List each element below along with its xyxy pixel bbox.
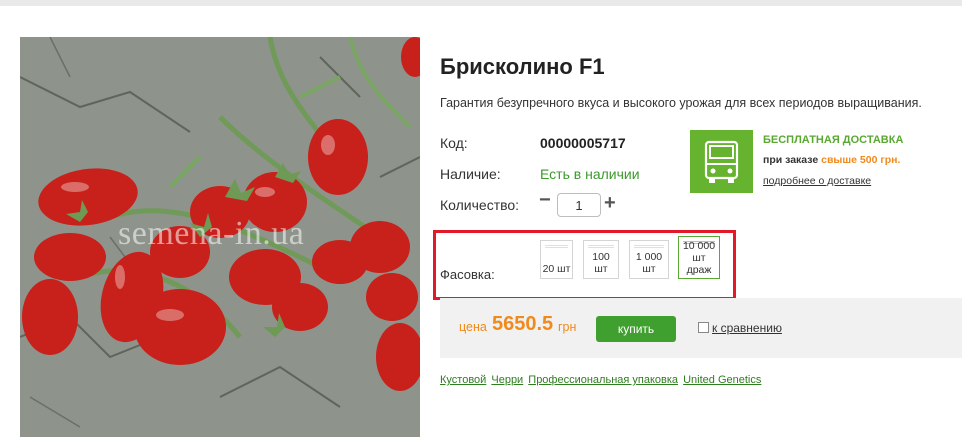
packaging-option-label: 20 шт bbox=[542, 263, 571, 275]
packaging-option-label: 100 шт bbox=[592, 251, 610, 275]
packaging-option-1000[interactable]: 1 000 шт bbox=[629, 240, 669, 279]
price-currency: грн bbox=[558, 320, 577, 334]
price-value: 5650.5 bbox=[492, 313, 554, 335]
delivery-condition-prefix: при заказе bbox=[763, 154, 819, 166]
price-label: цена bbox=[459, 320, 487, 334]
product-title: Брисколино F1 bbox=[440, 54, 605, 79]
delivery-details-link[interactable]: подробнее о доставке bbox=[763, 175, 871, 187]
package-stripe bbox=[545, 245, 568, 248]
packaging-option-100[interactable]: 100 шт bbox=[583, 240, 619, 279]
compare-checkbox[interactable] bbox=[698, 322, 709, 333]
code-value: 00000005717 bbox=[540, 135, 626, 151]
package-stripe bbox=[588, 245, 614, 248]
quantity-input[interactable] bbox=[557, 193, 601, 217]
quantity-decrease-button[interactable]: − bbox=[539, 190, 551, 210]
product-subtitle: Гарантия безупречного вкуса и высокого у… bbox=[440, 96, 922, 110]
package-stripe bbox=[634, 245, 664, 248]
buy-button[interactable]: купить bbox=[596, 316, 676, 342]
delivery-condition-amount: свыше 500 грн. bbox=[821, 154, 901, 166]
tag-link[interactable]: Кустовой bbox=[440, 374, 486, 386]
product-photo[interactable]: semena-in.ua bbox=[20, 37, 420, 437]
stock-value: Есть в наличии bbox=[540, 166, 640, 182]
truck-icon bbox=[704, 140, 739, 183]
packaging-option-label: 1 000 шт bbox=[635, 251, 663, 275]
delivery-box bbox=[690, 130, 753, 193]
compare-label[interactable]: к сравнению bbox=[712, 321, 782, 335]
quantity-increase-button[interactable]: + bbox=[604, 193, 618, 213]
delivery-title: БЕСПЛАТНАЯ ДОСТАВКА bbox=[763, 134, 904, 146]
code-label: Код: bbox=[440, 135, 468, 151]
quantity-label: Количество: bbox=[440, 197, 520, 213]
top-bar bbox=[0, 0, 962, 6]
packaging-option-20[interactable]: 20 шт bbox=[540, 240, 573, 279]
tag-link[interactable]: Профессиональная упаковка bbox=[528, 374, 678, 386]
packaging-option-label: 10 000 шт драж bbox=[682, 240, 716, 276]
product-tags: Кустовой Черри Профессиональная упаковка… bbox=[440, 374, 763, 386]
stock-label: Наличие: bbox=[440, 166, 501, 182]
watermark-text: semena-in.ua bbox=[118, 215, 305, 252]
delivery-condition: при заказе свыше 500 грн. bbox=[763, 154, 900, 166]
packaging-label: Фасовка: bbox=[440, 267, 495, 282]
packaging-option-10000-dragee[interactable]: 10 000 шт драж bbox=[678, 236, 720, 279]
tag-link[interactable]: United Genetics bbox=[683, 374, 761, 386]
tag-link[interactable]: Черри bbox=[491, 374, 523, 386]
